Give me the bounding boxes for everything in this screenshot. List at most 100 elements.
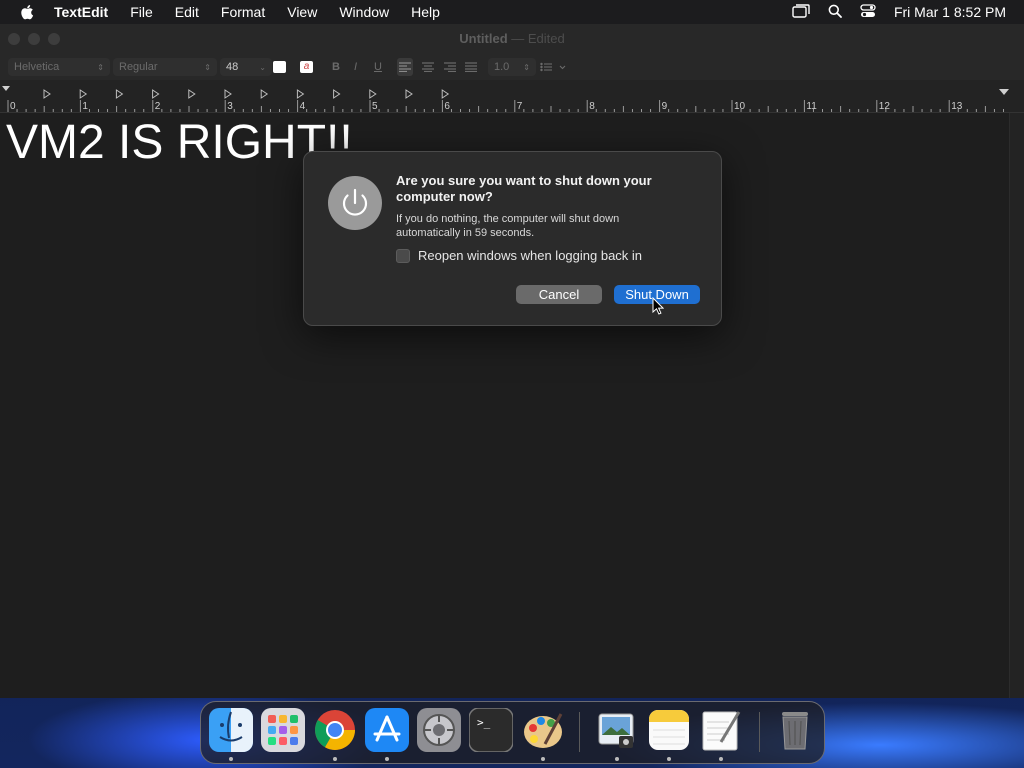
edited-status: — Edited	[507, 31, 565, 46]
font-family-value: Helvetica	[14, 61, 60, 73]
notes-icon[interactable]	[647, 708, 691, 752]
list-bullets-button[interactable]	[540, 58, 566, 76]
popup-arrows-icon: ⇕	[204, 62, 211, 72]
terminal-icon[interactable]: >_	[468, 707, 514, 753]
window-title: Untitled — Edited	[0, 31, 1024, 46]
tab-stop-marker[interactable]	[188, 89, 196, 99]
ruler-label: 9	[662, 101, 668, 112]
menu-edit[interactable]: Edit	[175, 4, 199, 20]
preview-icon[interactable]	[595, 708, 639, 752]
ruler-label: 4	[300, 101, 306, 112]
running-indicator	[229, 757, 233, 761]
menu-file[interactable]: File	[130, 4, 153, 20]
ruler-label: 6	[444, 101, 450, 112]
running-indicator	[667, 757, 671, 761]
svg-text:>_: >_	[477, 716, 491, 729]
ruler-label: 1	[82, 101, 88, 112]
background-color-well[interactable]: a	[300, 58, 313, 76]
dock: >_	[200, 701, 825, 764]
tab-stop-marker[interactable]	[441, 89, 450, 99]
align-left-button[interactable]	[397, 58, 413, 76]
vertical-scrollbar[interactable]	[1009, 113, 1024, 698]
ruler-scale: 01234567891011121314	[2, 86, 1024, 112]
chrome-icon[interactable]	[313, 708, 357, 752]
font-style-value: Regular	[119, 61, 158, 73]
line-spacing-popup[interactable]: 1.0 ⇕	[488, 58, 536, 76]
tab-stop-marker[interactable]	[43, 89, 51, 99]
ruler-label: 10	[734, 101, 746, 112]
menu-clock[interactable]: Fri Mar 1 8:52 PM	[894, 4, 1006, 20]
font-family-popup[interactable]: Helvetica ⇕	[8, 58, 110, 76]
menu-format[interactable]: Format	[221, 4, 265, 20]
ruler-label: 11	[806, 101, 817, 112]
cancel-button[interactable]: Cancel	[516, 285, 602, 304]
tab-stop-marker[interactable]	[405, 89, 413, 99]
popup-arrows-icon: ⇕	[97, 62, 104, 72]
menu-bar: TextEdit File Edit Format View Window He…	[0, 0, 1024, 24]
line-spacing-value: 1.0	[494, 61, 510, 73]
ruler-label: 0	[10, 101, 16, 112]
dialog-message: If you do nothing, the computer will shu…	[396, 213, 620, 239]
tab-stop-marker[interactable]	[115, 89, 124, 99]
underline-button[interactable]: U	[374, 58, 382, 76]
reopen-windows-checkbox[interactable]	[396, 248, 410, 263]
ruler-label: 7	[517, 101, 523, 112]
ruler[interactable]: 01234567891011121314	[0, 80, 1024, 113]
menu-window[interactable]: Window	[339, 4, 389, 20]
tab-stop-marker[interactable]	[260, 89, 269, 99]
justify-button[interactable]	[465, 58, 477, 76]
tab-stop-marker[interactable]	[152, 89, 160, 99]
launchpad-icon[interactable]	[261, 708, 305, 752]
ruler-label: 12	[879, 101, 891, 112]
dialog-headline: Are you sure you want to shut down your …	[396, 173, 652, 204]
tab-stop-marker[interactable]	[79, 89, 88, 99]
spotlight-search-icon[interactable]	[828, 4, 842, 21]
menu-view[interactable]: View	[287, 4, 317, 20]
italic-button[interactable]: I	[354, 58, 357, 76]
left-indent-marker[interactable]	[2, 86, 10, 91]
title-bar: Untitled — Edited	[0, 24, 1024, 54]
screen-mirroring-icon[interactable]	[792, 3, 810, 21]
ruler-label: 5	[372, 101, 378, 112]
ruler-label: 3	[227, 101, 233, 112]
system-settings-icon[interactable]	[417, 708, 461, 752]
font-size-combo[interactable]: 48 ⌄	[220, 58, 272, 76]
align-right-button[interactable]	[444, 58, 456, 76]
tab-stop-marker[interactable]	[333, 89, 341, 99]
mouse-pointer-icon	[652, 296, 665, 320]
running-indicator	[385, 757, 389, 761]
textedit-icon[interactable]	[699, 708, 743, 752]
app-menu[interactable]: TextEdit	[54, 4, 108, 20]
tab-stop-marker[interactable]	[369, 89, 377, 99]
format-toolbar: Helvetica ⇕ Regular ⇕ 48 ⌄ a B I U 1.0 ⇕	[0, 54, 1024, 80]
highlight-color-icon: a	[300, 61, 313, 73]
font-size-value: 48	[226, 61, 239, 73]
chevron-down-icon: ⌄	[259, 62, 266, 72]
ruler-label: 2	[155, 101, 161, 112]
font-style-popup[interactable]: Regular ⇕	[113, 58, 217, 76]
running-indicator	[719, 757, 723, 761]
control-center-icon[interactable]	[860, 3, 876, 21]
textedit-window: Untitled — Edited Helvetica ⇕ Regular ⇕ …	[0, 24, 1024, 698]
tab-stop-marker[interactable]	[296, 89, 305, 99]
paint-icon[interactable]	[521, 708, 565, 752]
menu-help[interactable]: Help	[411, 4, 440, 20]
finder-icon[interactable]	[209, 708, 253, 752]
tab-stop-marker[interactable]	[224, 89, 232, 99]
document-text[interactable]: VM2 IS RIGHT!!	[6, 115, 353, 170]
dock-separator	[759, 712, 760, 752]
right-margin-marker[interactable]	[999, 89, 1009, 95]
app-store-icon[interactable]	[365, 708, 409, 752]
align-center-button[interactable]	[422, 58, 434, 76]
text-color-well[interactable]	[273, 58, 286, 76]
bold-button[interactable]: B	[332, 58, 340, 76]
reopen-windows-label[interactable]: Reopen windows when logging back in	[418, 248, 642, 263]
power-icon	[328, 176, 382, 230]
trash-icon[interactable]	[773, 708, 817, 752]
reopen-windows-option[interactable]: Reopen windows when logging back in	[396, 248, 642, 263]
text-color-swatch	[273, 61, 286, 73]
running-indicator	[615, 757, 619, 761]
dock-separator	[579, 712, 580, 752]
running-indicator	[333, 757, 337, 761]
apple-menu-icon[interactable]	[0, 4, 54, 20]
